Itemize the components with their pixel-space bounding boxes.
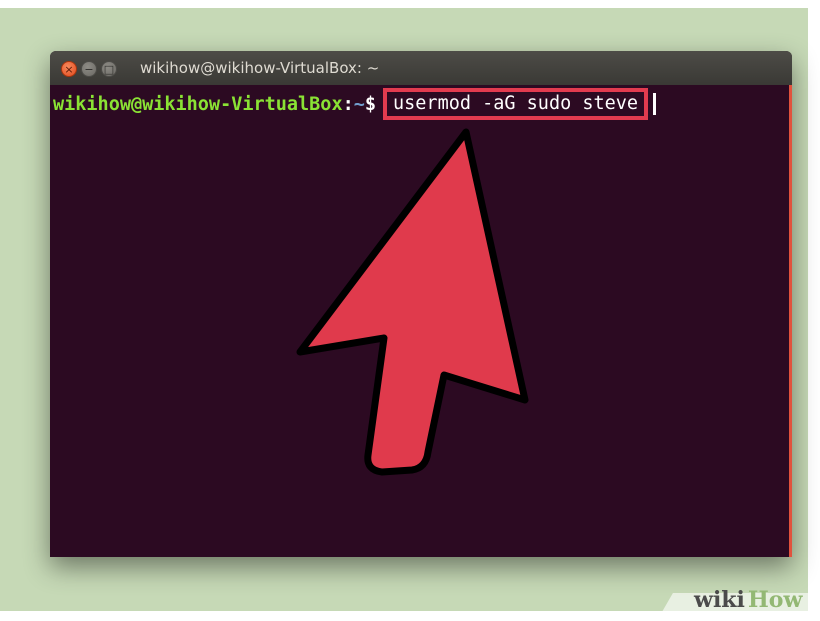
window-right-edge xyxy=(789,85,792,557)
close-icon: × xyxy=(64,62,74,76)
command-highlight-box: usermod -aG sudo steve xyxy=(383,88,649,120)
watermark-how: How xyxy=(748,587,803,613)
watermark-wiki: wiki xyxy=(694,587,745,613)
maximize-button[interactable]: □ xyxy=(101,61,117,77)
text-cursor xyxy=(653,93,657,115)
prompt-symbol: $ xyxy=(364,93,377,115)
prompt-colon: : xyxy=(342,93,354,115)
terminal-window: × − □ wikihow@wikihow-VirtualBox: ~ wiki… xyxy=(50,51,792,557)
minimize-icon: − xyxy=(84,62,94,76)
maximize-icon: □ xyxy=(103,62,115,76)
window-title: wikihow@wikihow-VirtualBox: ~ xyxy=(140,59,380,77)
title-bar[interactable]: × − □ wikihow@wikihow-VirtualBox: ~ xyxy=(50,51,792,86)
illustration-stage: × − □ wikihow@wikihow-VirtualBox: ~ wiki… xyxy=(0,0,820,621)
minimize-button[interactable]: − xyxy=(81,61,97,77)
terminal-area[interactable]: wikihow@wikihow-VirtualBox: ~ $ usermod -aG… xyxy=(50,85,789,557)
command-text: usermod -aG sudo steve xyxy=(393,93,639,114)
prompt-path: ~ xyxy=(353,93,365,115)
prompt-user-host: wikihow@wikihow-VirtualBox xyxy=(53,93,343,115)
close-button[interactable]: × xyxy=(61,61,77,77)
command-line: wikihow@wikihow-VirtualBox: ~ $ usermod -aG… xyxy=(53,88,657,120)
wikihow-watermark: wiki How xyxy=(659,587,820,617)
